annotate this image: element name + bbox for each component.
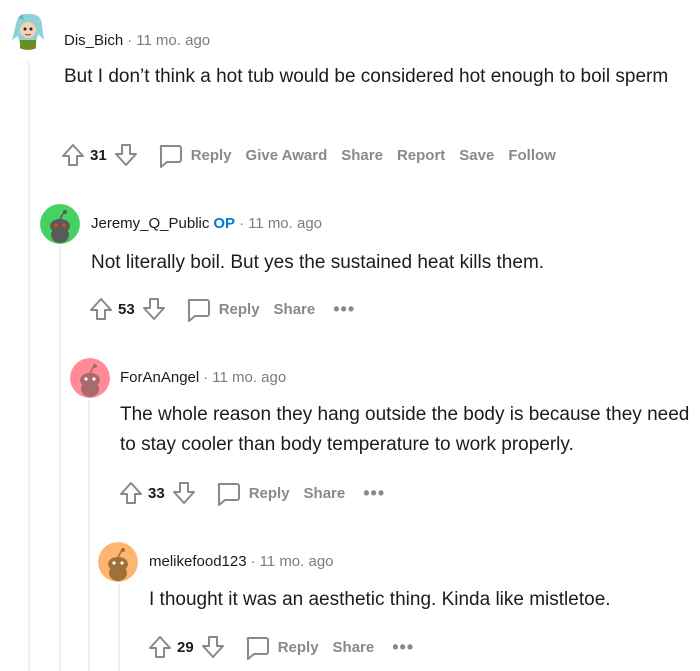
share-button[interactable]: Share: [304, 485, 346, 502]
vote-count: 53: [118, 300, 135, 318]
reply-button[interactable]: Reply: [157, 142, 232, 168]
report-button[interactable]: Report: [397, 147, 445, 164]
comment-body: Not literally boil. But yes the sustaine…: [91, 252, 545, 273]
chat-bubble-icon: [217, 483, 240, 506]
timestamp[interactable]: 11 mo. ago: [136, 32, 210, 49]
reply-button[interactable]: Reply: [215, 480, 290, 506]
snoo-avatar-icon: [40, 204, 80, 244]
thread-line-1[interactable]: [28, 62, 30, 671]
give-award-button[interactable]: Give Award: [246, 147, 328, 164]
downvote-icon[interactable]: [113, 142, 139, 168]
share-button[interactable]: Share: [333, 639, 375, 656]
upvote-icon[interactable]: [147, 634, 173, 660]
snoo-avatar-icon: [70, 358, 110, 398]
save-button[interactable]: Save: [459, 147, 494, 164]
comment-body: But I don’t think a hot tub would be con…: [64, 66, 669, 87]
reply-label: Reply: [248, 484, 290, 502]
thread-line-3[interactable]: [88, 400, 90, 671]
upvote-icon[interactable]: [118, 480, 144, 506]
vote-count: 31: [90, 146, 107, 164]
username[interactable]: melikefood123: [149, 553, 247, 570]
chat-bubble-icon: [159, 145, 182, 168]
downvote-icon[interactable]: [200, 634, 226, 660]
avatar[interactable]: [40, 204, 80, 244]
reply-label: Reply: [277, 638, 319, 656]
upvote-icon[interactable]: [88, 296, 114, 322]
upvote-icon[interactable]: [60, 142, 86, 168]
share-button[interactable]: Share: [341, 147, 383, 164]
reply-button[interactable]: Reply: [185, 296, 260, 322]
separator-dot: ·: [127, 32, 133, 49]
timestamp[interactable]: 11 mo. ago: [212, 369, 286, 386]
avatar[interactable]: [70, 358, 110, 398]
separator-dot: ·: [239, 215, 245, 232]
thread-line-2[interactable]: [59, 246, 61, 671]
separator-dot: ·: [203, 369, 209, 386]
avatar-character-icon: [8, 10, 48, 50]
op-badge: OP: [213, 215, 236, 232]
more-options-icon[interactable]: •••: [333, 299, 355, 320]
reply-label: Reply: [218, 300, 260, 318]
username[interactable]: Dis_Bich: [64, 32, 123, 49]
chat-bubble-icon: [246, 637, 269, 660]
chat-bubble-icon: [187, 299, 210, 322]
reply-button[interactable]: Reply: [244, 634, 319, 660]
separator-dot: ·: [250, 553, 256, 570]
snoo-avatar-icon: [98, 542, 138, 582]
username[interactable]: Jeremy_Q_Public: [91, 215, 209, 232]
more-options-icon[interactable]: •••: [363, 483, 385, 504]
vote-count: 33: [148, 484, 165, 502]
timestamp[interactable]: 11 mo. ago: [248, 215, 322, 232]
follow-button[interactable]: Follow: [508, 147, 556, 164]
username[interactable]: ForAnAngel: [120, 369, 199, 386]
comment-body: I thought it was an aesthetic thing. Kin…: [149, 589, 611, 610]
reply-label: Reply: [190, 146, 232, 164]
downvote-icon[interactable]: [141, 296, 167, 322]
comment-body: The whole reason they hang outside the b…: [120, 404, 690, 455]
downvote-icon[interactable]: [171, 480, 197, 506]
vote-count: 29: [177, 638, 194, 656]
timestamp[interactable]: 11 mo. ago: [260, 553, 334, 570]
share-button[interactable]: Share: [274, 301, 316, 318]
avatar[interactable]: [98, 542, 138, 582]
thread-line-4[interactable]: [118, 584, 120, 671]
more-options-icon[interactable]: •••: [392, 637, 414, 658]
avatar[interactable]: [8, 10, 48, 50]
